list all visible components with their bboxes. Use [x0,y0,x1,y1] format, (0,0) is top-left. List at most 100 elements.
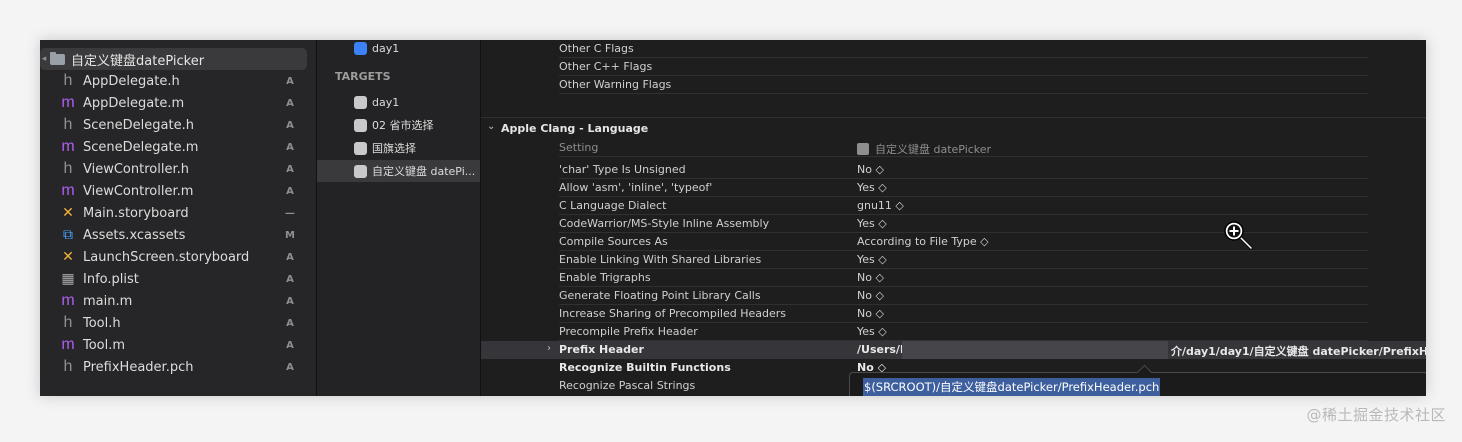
scm-status: A [286,295,294,307]
file-name: AppDelegate.m [83,95,185,111]
prefix-header-row[interactable]: › Prefix Header /Users/k 介/day1/day1/自定义… [481,341,1426,359]
setting-row[interactable]: Other C++ Flags [481,58,1426,76]
section-header[interactable]: ⌄ Apple Clang - Language [481,117,1426,138]
setting-value-popup[interactable]: No ◇ [857,289,884,302]
target-icon [857,143,869,155]
file-name: ViewController.m [83,183,194,199]
watermark: @稀土掘金技术社区 [1306,406,1446,424]
chevron-right-icon[interactable]: › [547,343,551,354]
target-icon [354,141,367,155]
setting-row[interactable]: Generate Floating Point Library Calls No… [481,287,1426,305]
section-title: Apple Clang - Language [501,122,649,135]
value-edit-highlight [902,341,1168,359]
storyboard-icon: ✕ [62,205,74,221]
setting-value-popup[interactable]: No ◇ [857,307,884,320]
target-column-label: 自定义键盘 datePicker [875,143,992,156]
file-row[interactable]: ✕ Main.storyboard — [60,202,300,224]
setting-value-popup[interactable]: Yes ◇ [857,181,887,194]
project-targets-list: day1 TARGETS day1 02 省市选择 国旗选择 自定义键盘 dat… [317,40,481,396]
scm-status: — [285,207,295,219]
disclosure-chevron-icon[interactable]: ◂ [40,54,50,64]
zoom-in-cursor-icon [1224,221,1253,250]
file-name: Info.plist [83,271,139,287]
setting-value-popup[interactable]: Yes ◇ [857,253,887,266]
file-row[interactable]: m main.m A [60,290,300,312]
target-item[interactable]: 国旗选择 [317,137,480,159]
prefix-header-value[interactable]: /Users/k [857,343,907,356]
setting-row[interactable]: Enable Linking With Shared Libraries Yes… [481,251,1426,269]
file-name: LaunchScreen.storyboard [83,249,250,265]
folder-icon [50,51,65,65]
setting-row[interactable]: CodeWarrior/MS-Style Inline Assembly Yes… [481,215,1426,233]
file-row[interactable]: h PrefixHeader.pch A [60,356,300,378]
implementation-file-icon: m [61,94,75,111]
header-file-icon: h [63,116,73,133]
file-name: ViewController.h [83,161,189,177]
setting-row[interactable]: C Language Dialect gnu11 ◇ [481,197,1426,215]
file-row[interactable]: m SceneDelegate.m A [60,136,300,158]
setting-value-popup[interactable]: According to File Type ◇ [857,235,989,248]
implementation-file-icon: m [61,292,75,309]
setting-row[interactable]: Allow 'asm', 'inline', 'typeof' Yes ◇ [481,179,1426,197]
scm-status: A [286,251,294,263]
setting-name: Enable Linking With Shared Libraries [559,253,762,266]
file-name: Main.storyboard [83,205,189,221]
target-label: 自定义键盘 datePi... [372,165,476,178]
setting-row[interactable]: Compile Sources As According to File Typ… [481,233,1426,251]
target-icon [354,95,367,109]
navigator-group-row[interactable]: ◂ 自定义键盘datePicker [40,48,307,70]
file-row[interactable]: ▦ Info.plist A [60,268,300,290]
value-edit-popover[interactable]: $(SRCROOT)/自定义键盘datePicker/PrefixHeader.… [849,364,1426,396]
header-file-icon: h [63,314,73,331]
scm-status: M [285,229,295,241]
file-row[interactable]: ⧉ Assets.xcassets M [60,224,300,246]
scm-status: A [286,185,294,197]
file-row[interactable]: h AppDelegate.h A [60,70,300,92]
setting-row[interactable]: 'char' Type Is Unsigned No ◇ [481,161,1426,179]
file-row[interactable]: ✕ LaunchScreen.storyboard A [60,246,300,268]
setting-value-popup[interactable]: No ◇ [857,271,884,284]
chevron-down-icon[interactable]: ⌄ [487,121,495,132]
file-name: Tool.h [83,315,121,331]
prefix-header-value-tail: 介/day1/day1/自定义键盘 datePicker/PrefixHe... [1171,345,1426,358]
project-item[interactable]: day1 [317,40,480,59]
storyboard-icon: ✕ [62,249,74,265]
setting-name: Compile Sources As [559,235,668,248]
setting-value-popup[interactable]: gnu11 ◇ [857,199,904,212]
file-name: SceneDelegate.m [83,139,199,155]
file-name: SceneDelegate.h [83,117,194,133]
setting-row[interactable]: Other C Flags [481,40,1426,58]
target-item-selected[interactable]: 自定义键盘 datePi... [317,160,480,182]
setting-row[interactable]: Increase Sharing of Precompiled Headers … [481,305,1426,323]
setting-value-popup[interactable]: Yes ◇ [857,325,887,338]
file-row[interactable]: h ViewController.h A [60,158,300,180]
column-header-row: Setting 自定义键盘 datePicker [481,139,1426,157]
scm-status: A [286,273,294,285]
file-row[interactable]: m Tool.m A [60,334,300,356]
setting-name: Other Warning Flags [559,78,672,91]
file-row[interactable]: h Tool.h A [60,312,300,334]
file-name: Assets.xcassets [83,227,186,243]
target-item[interactable]: 02 省市选择 [317,114,480,136]
setting-row[interactable]: Other Warning Flags [481,76,1426,94]
file-row[interactable]: m AppDelegate.m A [60,92,300,114]
setting-row[interactable]: Precompile Prefix Header Yes ◇ [481,323,1426,341]
file-name: main.m [83,293,133,309]
setting-name: Other C++ Flags [559,60,653,73]
targets-heading: TARGETS [335,70,391,83]
setting-row[interactable]: Enable Trigraphs No ◇ [481,269,1426,287]
implementation-file-icon: m [61,336,75,353]
row-divider [559,93,1368,94]
setting-value-popup[interactable]: Yes ◇ [857,217,887,230]
target-icon [354,118,367,132]
file-row[interactable]: m ViewController.m A [60,180,300,202]
file-row[interactable]: h SceneDelegate.h A [60,114,300,136]
target-item[interactable]: day1 [317,91,480,113]
scm-status: A [286,75,294,87]
scm-status: A [286,339,294,351]
target-icon [354,164,367,178]
setting-value-popup[interactable]: No ◇ [857,163,884,176]
project-navigator: ◂ 自定义键盘datePicker h AppDelegate.h A m Ap… [40,40,317,396]
popover-value-text[interactable]: $(SRCROOT)/自定义键盘datePicker/PrefixHeader.… [863,378,1161,396]
setting-column-header: Setting [559,141,599,154]
